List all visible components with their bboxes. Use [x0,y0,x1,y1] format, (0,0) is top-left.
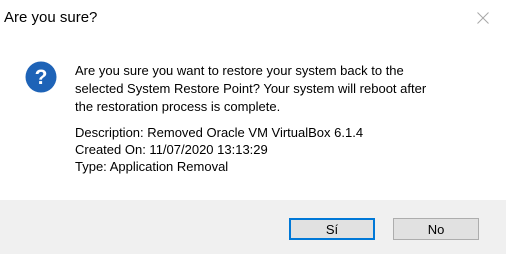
type-text: Type: Application Removal [75,159,229,174]
svg-text:?: ? [35,66,48,89]
created-on-text: Created On: 11/07/2020 13:13:29 [75,142,268,157]
restore-point-details: Description: Removed Oracle VM VirtualBo… [75,124,363,175]
message-line: selected System Restore Point? Your syst… [75,81,427,96]
button-bar: Sí No [0,200,506,254]
message-line: the restoration process is complete. [75,99,281,114]
question-icon: ? [25,61,57,93]
message-line: Are you sure you want to restore your sy… [75,63,404,78]
window-title: Are you sure? [4,9,98,26]
yes-button[interactable]: Sí [289,218,375,240]
confirmation-message: Are you sure you want to restore your sy… [75,62,495,116]
confirmation-dialog: Are you sure? ? Are you sure you want to… [0,0,506,254]
close-button[interactable] [460,0,506,36]
close-icon [477,12,489,24]
description-text: Description: Removed Oracle VM VirtualBo… [75,125,364,140]
no-button[interactable]: No [393,218,479,240]
dialog-content: ? Are you sure you want to restore your … [0,40,506,200]
title-bar: Are you sure? [0,0,506,40]
